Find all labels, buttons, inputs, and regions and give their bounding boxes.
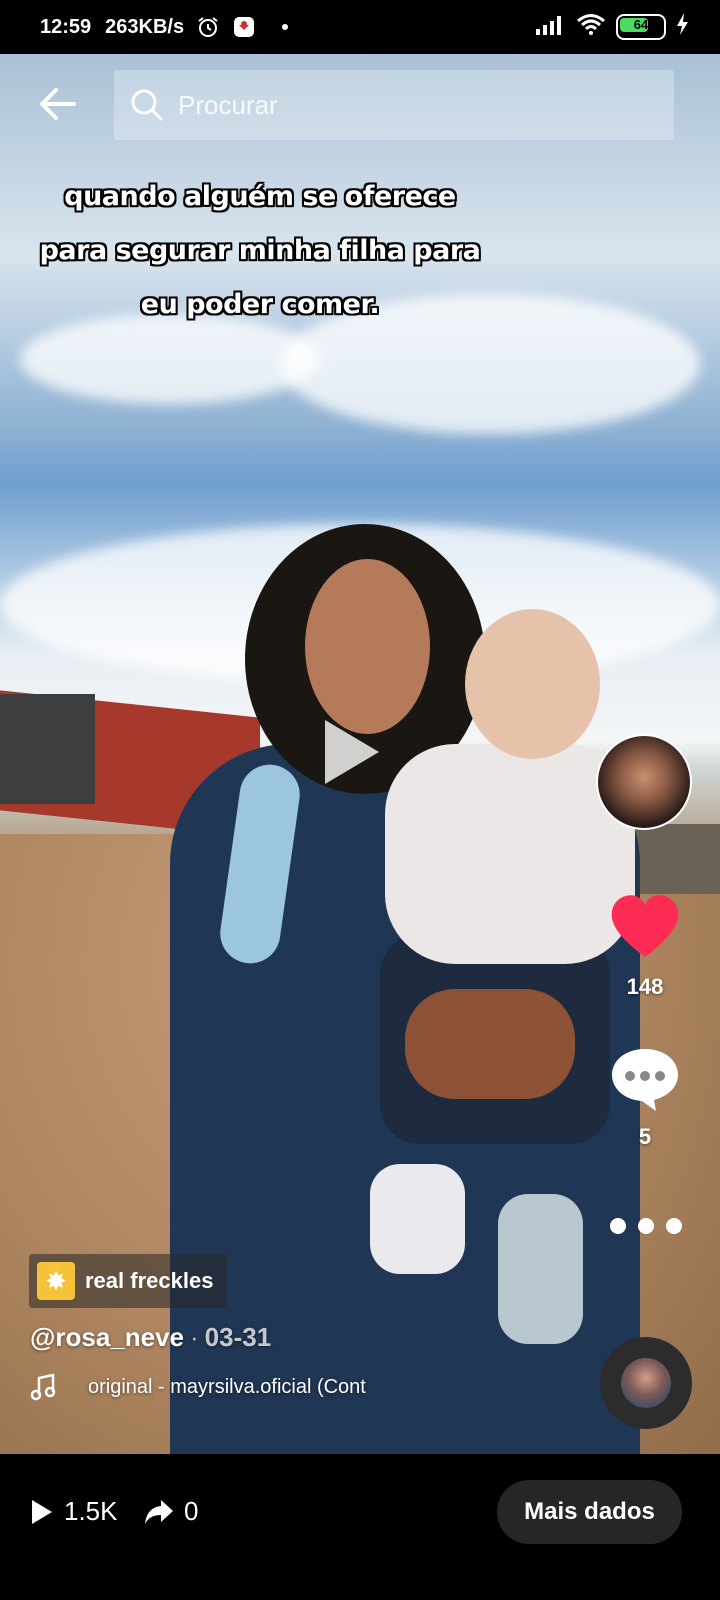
dot-icon xyxy=(666,1218,682,1234)
play-count-icon xyxy=(32,1499,52,1524)
music-disc[interactable] xyxy=(600,1337,692,1429)
back-button[interactable] xyxy=(38,84,86,124)
truck xyxy=(630,824,720,894)
baby-sock xyxy=(498,1194,583,1344)
alarm-icon xyxy=(196,15,220,39)
caption-line: eu poder comer. xyxy=(140,289,380,320)
app-notification-icon xyxy=(232,15,256,39)
comment-count: 5 xyxy=(638,1124,652,1149)
music-line[interactable]: original - mayrsilva.oficial (Cont xyxy=(30,1373,366,1401)
video-caption: quando alguém se oferece para segurar mi… xyxy=(20,170,500,332)
music-title: original - mayrsilva.oficial (Cont xyxy=(88,1375,366,1398)
battery-icon: 64 xyxy=(616,14,666,40)
truck xyxy=(0,694,95,804)
baby-head xyxy=(465,609,600,759)
views-count: 1.5K xyxy=(64,1496,118,1526)
post-date: 03-31 xyxy=(204,1322,272,1352)
music-note-icon xyxy=(30,1373,56,1401)
battery-level: 64 xyxy=(633,17,649,32)
comment-button[interactable] xyxy=(608,1045,682,1113)
author-avatar[interactable] xyxy=(596,734,692,830)
search-input[interactable]: Procurar xyxy=(114,70,674,140)
shares-count: 0 xyxy=(184,1496,199,1526)
dot-indicator-icon xyxy=(282,24,289,30)
music-disc-cover xyxy=(621,1358,671,1408)
sparkle-icon: ✸ xyxy=(37,1262,75,1300)
wifi-icon xyxy=(576,13,606,41)
heart-icon xyxy=(611,895,679,957)
arrow-left-icon xyxy=(40,88,76,120)
effect-label: real freckles xyxy=(85,1268,214,1293)
dot-icon xyxy=(610,1218,626,1234)
author-line: @rosa_neve · 03-31 xyxy=(30,1322,271,1353)
comment-icon xyxy=(612,1049,678,1111)
like-button[interactable] xyxy=(608,893,682,961)
separator: · xyxy=(190,1322,199,1352)
views-stat: 1.5K xyxy=(30,1496,118,1527)
play-icon[interactable] xyxy=(325,720,379,784)
baby-sock xyxy=(370,1164,465,1274)
like-count: 148 xyxy=(626,974,664,999)
search-icon xyxy=(131,89,163,121)
shares-stat: 0 xyxy=(144,1496,198,1527)
effect-tag[interactable]: ✸ real freckles xyxy=(29,1254,228,1308)
caption-line: para segurar minha filha para xyxy=(39,235,481,266)
signal-icon xyxy=(536,13,566,41)
author-username[interactable]: @rosa_neve xyxy=(30,1322,184,1352)
more-data-button[interactable]: Mais dados xyxy=(497,1480,682,1544)
charging-icon xyxy=(676,13,690,41)
more-options-button[interactable] xyxy=(610,1218,682,1240)
share-icon xyxy=(145,1499,173,1524)
woman-face xyxy=(305,559,430,734)
caption-line: quando alguém se oferece xyxy=(64,181,456,212)
woman-hand xyxy=(405,989,575,1099)
status-time: 12:59 xyxy=(40,15,92,38)
search-placeholder: Procurar xyxy=(178,89,278,120)
status-network-speed: 263KB/s xyxy=(105,15,185,38)
status-bar: 12:59 263KB/s 64 xyxy=(0,0,720,54)
dot-icon xyxy=(638,1218,654,1234)
